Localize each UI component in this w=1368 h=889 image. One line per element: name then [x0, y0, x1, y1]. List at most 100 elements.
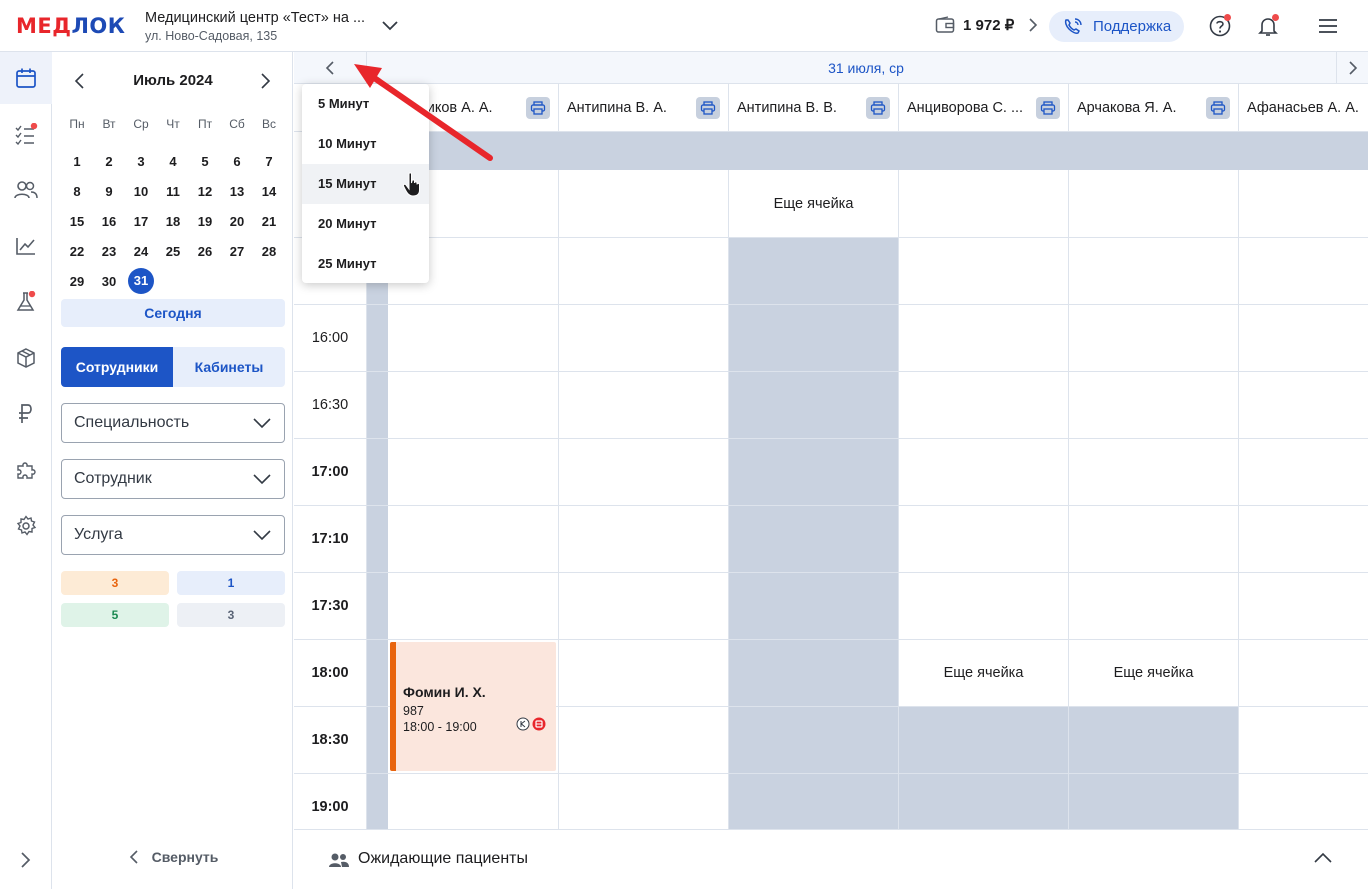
- calendar-day[interactable]: 23: [93, 244, 125, 259]
- calendar-day[interactable]: 15: [61, 214, 93, 229]
- more-cell[interactable]: Еще ячейка: [1069, 665, 1238, 681]
- rail-settings[interactable]: [0, 500, 52, 552]
- calendar-day[interactable]: 17: [125, 214, 157, 229]
- print-button[interactable]: [1036, 97, 1060, 119]
- grid-line: [294, 237, 1368, 238]
- column-header[interactable]: Афанасьев А. А.: [1239, 84, 1368, 132]
- column-header[interactable]: Анциворова С. ...: [899, 84, 1069, 132]
- column-header[interactable]: Антипина В. А.: [559, 84, 729, 132]
- calendar-day[interactable]: 6: [221, 154, 253, 169]
- counter-badge[interactable]: 3: [177, 603, 285, 627]
- calendar-day[interactable]: 20: [221, 214, 253, 229]
- calendar-day[interactable]: 31: [125, 268, 157, 294]
- rail-finance[interactable]: [0, 388, 52, 440]
- calendar-day[interactable]: 1: [61, 154, 93, 169]
- support-button[interactable]: Поддержка: [1049, 11, 1184, 42]
- more-cell[interactable]: Еще ячейка: [729, 196, 898, 212]
- today-button[interactable]: Сегодня: [61, 299, 285, 327]
- interval-option[interactable]: 20 Минут: [302, 204, 429, 244]
- calendar-day[interactable]: 3: [125, 154, 157, 169]
- calendar-day[interactable]: 9: [93, 184, 125, 199]
- calendar-day[interactable]: 29: [61, 274, 93, 289]
- menu-icon[interactable]: [1316, 14, 1340, 38]
- puzzle-icon: [17, 462, 36, 479]
- waiting-patients-panel[interactable]: Ожидающие пациенты: [294, 829, 1368, 889]
- grid-line: [294, 572, 1368, 573]
- interval-option[interactable]: 25 Минут: [302, 244, 429, 283]
- calendar-week: 1 2 3 4 5 6 7: [61, 146, 285, 176]
- column-header[interactable]: Антипина В. В.: [729, 84, 899, 132]
- settings-icon: [16, 515, 37, 536]
- balance[interactable]: 1 972 ₽: [935, 16, 1040, 34]
- calendar-day[interactable]: 19: [189, 214, 221, 229]
- counter-badge[interactable]: 3: [61, 571, 169, 595]
- calendar-day[interactable]: 28: [253, 244, 285, 259]
- counter-badge[interactable]: 1: [177, 571, 285, 595]
- calendar-day[interactable]: 30: [93, 274, 125, 289]
- column-header[interactable]: Арчакова Я. А.: [1069, 84, 1239, 132]
- calendar-day-number: 12: [197, 183, 213, 199]
- calendar-day[interactable]: 14: [253, 184, 285, 199]
- chevron-left-icon[interactable]: [73, 72, 87, 90]
- collapse-button[interactable]: Свернуть: [53, 849, 293, 865]
- chevron-up-icon[interactable]: [1313, 851, 1333, 865]
- calendar-day-number: 4: [169, 153, 177, 169]
- weekday-label: Вс: [261, 117, 276, 131]
- calendar-day-number: 24: [133, 243, 149, 259]
- calendar-day[interactable]: 10: [125, 184, 157, 199]
- rail-lab[interactable]: [0, 276, 52, 328]
- calendar-day-number: 5: [201, 153, 209, 169]
- clinic-selector[interactable]: Медицинский центр «Тест» на ... ул. Ново…: [145, 10, 385, 43]
- calendar-day[interactable]: 24: [125, 244, 157, 259]
- calendar-day[interactable]: 8: [61, 184, 93, 199]
- calendar-day[interactable]: 26: [189, 244, 221, 259]
- tab-rooms[interactable]: Кабинеты: [173, 347, 285, 387]
- calendar-day-number: 15: [69, 213, 85, 229]
- rail-calendar[interactable]: [0, 52, 52, 104]
- time-label: 17:30: [311, 598, 349, 614]
- rail-integrations[interactable]: [0, 444, 52, 496]
- print-button[interactable]: [696, 97, 720, 119]
- consultation-icon: [516, 717, 530, 731]
- rail-expand[interactable]: [0, 834, 52, 886]
- rail-patients[interactable]: [0, 164, 52, 216]
- calendar-day[interactable]: 18: [157, 214, 189, 229]
- calendar-day[interactable]: 25: [157, 244, 189, 259]
- chevron-down-icon[interactable]: [380, 18, 400, 34]
- time-label: 16:00: [311, 330, 349, 346]
- appointment-card[interactable]: Фомин И. Х. 987 18:00 - 19:00: [390, 642, 556, 771]
- logo[interactable]: МЕДЛОК: [16, 14, 125, 38]
- chevron-right-icon[interactable]: [258, 72, 272, 90]
- weekday-label: Сб: [229, 117, 245, 131]
- calendar-day[interactable]: 16: [93, 214, 125, 229]
- service-select[interactable]: Услуга: [61, 515, 285, 555]
- print-button[interactable]: [526, 97, 550, 119]
- print-button[interactable]: [866, 97, 890, 119]
- calendar-icon: [16, 68, 36, 88]
- rail-tasks[interactable]: [0, 108, 52, 160]
- employee-select-value: Сотрудник: [74, 470, 152, 487]
- calendar-day[interactable]: 12: [189, 184, 221, 199]
- specialty-select[interactable]: Специальность: [61, 403, 285, 443]
- calendar-day[interactable]: 21: [253, 214, 285, 229]
- calendar-day[interactable]: 5: [189, 154, 221, 169]
- calendar-day-number: 19: [197, 213, 213, 229]
- calendar-day[interactable]: 4: [157, 154, 189, 169]
- calendar-day[interactable]: 13: [221, 184, 253, 199]
- print-button[interactable]: [1206, 97, 1230, 119]
- calendar-day[interactable]: 11: [157, 184, 189, 199]
- more-cell[interactable]: Еще ячейка: [899, 665, 1068, 681]
- rail-warehouse[interactable]: [0, 332, 52, 384]
- calendar-day[interactable]: 7: [253, 154, 285, 169]
- counter-badge[interactable]: 5: [61, 603, 169, 627]
- tab-staff[interactable]: Сотрудники: [61, 347, 173, 387]
- calendar-day-number: 25: [165, 243, 181, 259]
- calendar-day[interactable]: 2: [93, 154, 125, 169]
- chart-icon: [16, 238, 35, 255]
- rail-analytics[interactable]: [0, 220, 52, 272]
- next-day-button[interactable]: [1336, 52, 1368, 84]
- employee-select[interactable]: Сотрудник: [61, 459, 285, 499]
- bell-notification-dot: [1272, 14, 1279, 21]
- calendar-day[interactable]: 27: [221, 244, 253, 259]
- calendar-day[interactable]: 22: [61, 244, 93, 259]
